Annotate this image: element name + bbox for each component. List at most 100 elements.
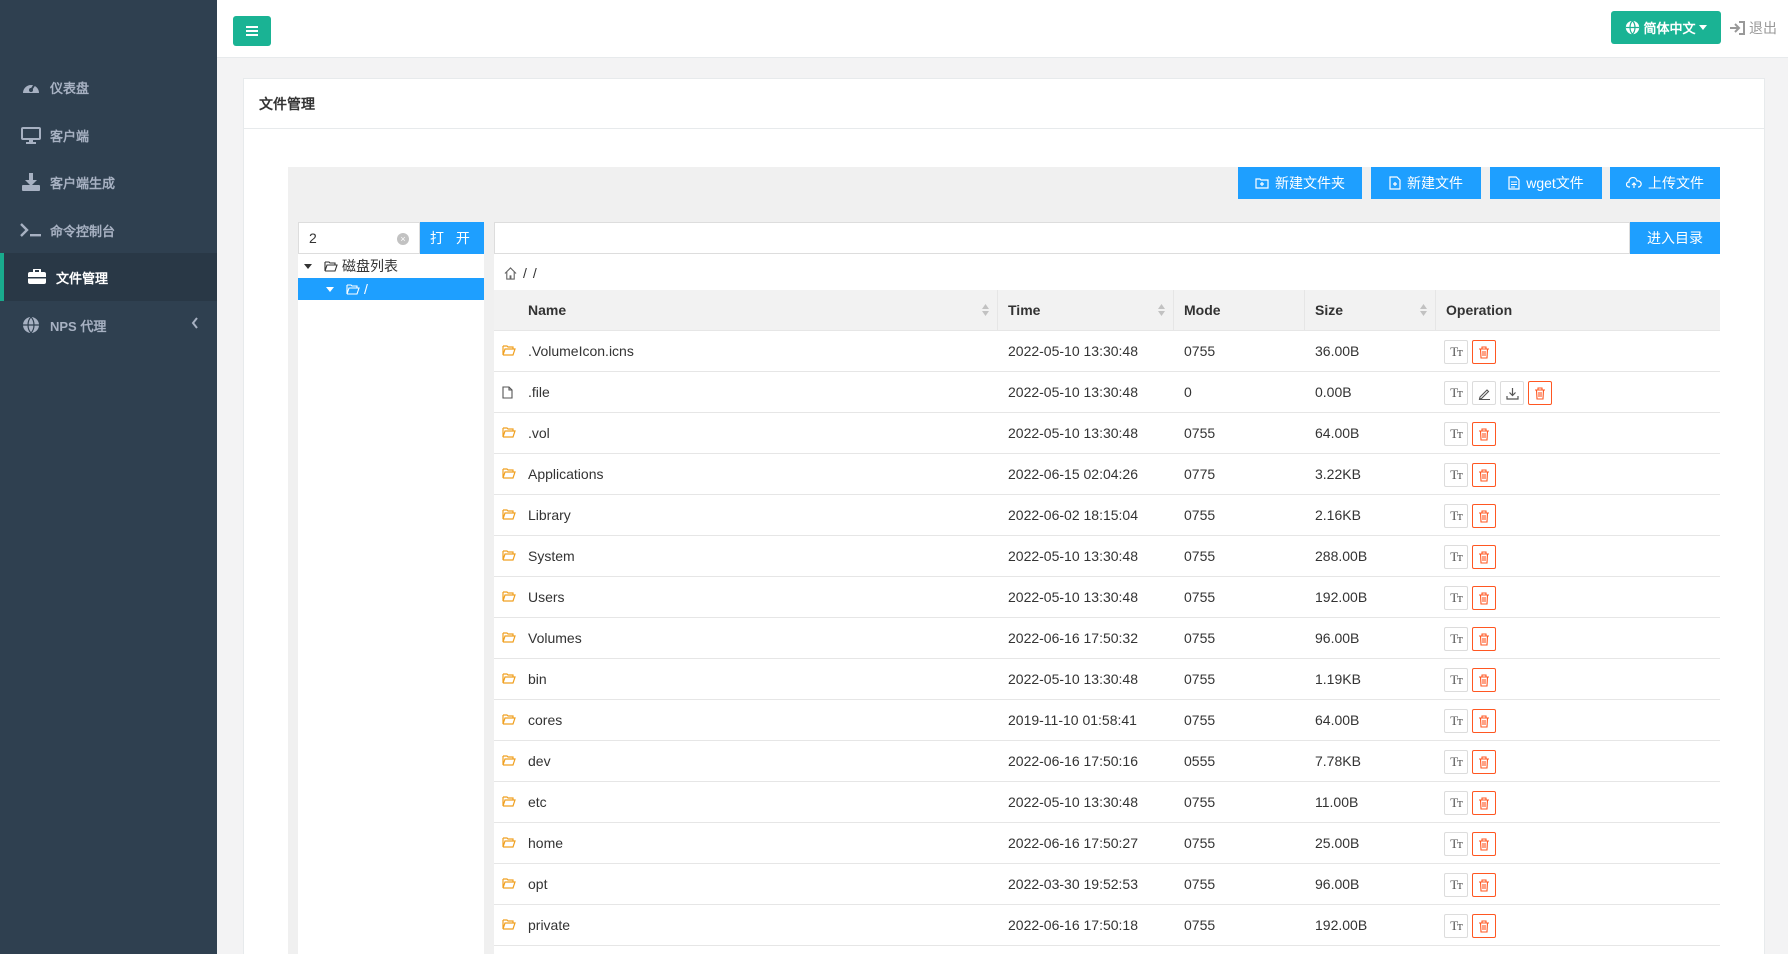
delete-button[interactable]	[1472, 627, 1496, 651]
file-name[interactable]: Volumes	[518, 618, 582, 659]
sidebar-item-client-generate[interactable]: 客户端生成	[0, 158, 217, 206]
file-name[interactable]: .VolumeIcon.icns	[518, 331, 634, 372]
delete-button[interactable]	[1472, 873, 1496, 897]
file-name[interactable]: .vol	[518, 413, 550, 454]
table-row[interactable]: home 2022-06-16 17:50:27 0755 25.00B Tт	[494, 823, 1720, 864]
table-row[interactable]: .vol 2022-05-10 13:30:48 0755 64.00B Tт	[494, 413, 1720, 454]
table-row[interactable]: .VolumeIcon.icns 2022-05-10 13:30:48 0755 3…	[494, 331, 1720, 372]
table-row[interactable]: cores 2019-11-10 01:58:41 0755 64.00B Tт	[494, 700, 1720, 741]
rename-button[interactable]: Tт	[1444, 545, 1468, 569]
folder-icon[interactable]	[502, 837, 516, 848]
sidebar-item-clients[interactable]: 客户端	[0, 111, 217, 159]
sort-icon[interactable]	[1420, 304, 1427, 316]
rename-button[interactable]: Tт	[1444, 340, 1468, 364]
breadcrumb-item[interactable]: /	[533, 265, 537, 281]
delete-button[interactable]	[1472, 709, 1496, 733]
table-row[interactable]: dev 2022-06-16 17:50:16 0555 7.78KB Tт	[494, 741, 1720, 782]
rename-button[interactable]: Tт	[1444, 463, 1468, 487]
rename-button[interactable]: Tт	[1444, 627, 1468, 651]
rename-button[interactable]: Tт	[1444, 709, 1468, 733]
rename-button[interactable]: Tт	[1444, 381, 1468, 405]
file-name[interactable]: Applications	[518, 454, 604, 495]
table-row[interactable]: etc 2022-05-10 13:30:48 0755 11.00B Tт	[494, 782, 1720, 823]
download-button[interactable]	[1500, 381, 1524, 405]
file-name[interactable]: cores	[518, 700, 562, 741]
table-row[interactable]: Library 2022-06-02 18:15:04 0755 2.16KB Tт	[494, 495, 1720, 536]
table-row[interactable]: opt 2022-03-30 19:52:53 0755 96.00B Tт	[494, 864, 1720, 905]
rename-button[interactable]: Tт	[1444, 832, 1468, 856]
delete-button[interactable]	[1472, 340, 1496, 364]
new-folder-button[interactable]: 新建文件夹	[1238, 167, 1362, 199]
delete-button[interactable]	[1472, 586, 1496, 610]
clear-input-icon[interactable]: ×	[397, 233, 409, 245]
home-icon[interactable]	[504, 266, 517, 280]
sidebar-item-nps-proxy[interactable]: NPS 代理	[0, 301, 217, 349]
folder-icon[interactable]	[502, 550, 516, 561]
sidebar-item-console[interactable]: 命令控制台	[0, 206, 217, 254]
file-name[interactable]: etc	[518, 782, 547, 823]
rename-button[interactable]: Tт	[1444, 504, 1468, 528]
delete-button[interactable]	[1472, 463, 1496, 487]
folder-icon[interactable]	[502, 468, 516, 479]
sort-icon[interactable]	[982, 304, 989, 316]
folder-icon[interactable]	[502, 345, 516, 356]
rename-button[interactable]: Tт	[1444, 668, 1468, 692]
table-row[interactable]: bin 2022-05-10 13:30:48 0755 1.19KB Tт	[494, 659, 1720, 700]
rename-button[interactable]: Tт	[1444, 914, 1468, 938]
file-name[interactable]: System	[518, 536, 575, 577]
table-row[interactable]: Applications 2022-06-15 02:04:26 0775 3.22K…	[494, 454, 1720, 495]
folder-icon[interactable]	[502, 509, 516, 520]
delete-button[interactable]	[1472, 668, 1496, 692]
table-row[interactable]: Volumes 2022-06-16 17:50:32 0755 96.00B Tт	[494, 618, 1720, 659]
open-button[interactable]: 打 开	[420, 222, 484, 254]
table-row[interactable]: Users 2022-05-10 13:30:48 0755 192.00B Tт	[494, 577, 1720, 618]
delete-button[interactable]	[1472, 750, 1496, 774]
column-header-time[interactable]: Time	[998, 290, 1174, 331]
table-row[interactable]: System 2022-05-10 13:30:48 0755 288.00B Tт	[494, 536, 1720, 577]
menu-toggle-button[interactable]	[233, 16, 271, 46]
file-name[interactable]: home	[518, 823, 563, 864]
table-row[interactable]: .file 2022-05-10 13:30:48 0 0.00B Tт	[494, 372, 1720, 413]
tree-node-disk-list[interactable]: 磁盘列表	[298, 254, 484, 278]
file-icon[interactable]	[502, 386, 513, 399]
directory-path-input[interactable]	[494, 222, 1630, 254]
delete-button[interactable]	[1472, 914, 1496, 938]
folder-icon[interactable]	[502, 673, 516, 684]
file-name[interactable]: dev	[518, 741, 551, 782]
sidebar-item-dashboard[interactable]: 仪表盘	[0, 63, 217, 111]
file-name[interactable]: opt	[518, 864, 547, 905]
file-name[interactable]: private	[518, 905, 570, 946]
delete-button[interactable]	[1472, 545, 1496, 569]
sidebar-item-file-manager[interactable]: 文件管理	[0, 253, 217, 301]
edit-button[interactable]	[1472, 381, 1496, 405]
delete-button[interactable]	[1472, 832, 1496, 856]
delete-button[interactable]	[1472, 422, 1496, 446]
delete-button[interactable]	[1472, 504, 1496, 528]
enter-directory-button[interactable]: 进入目录	[1630, 222, 1720, 254]
rename-button[interactable]: Tт	[1444, 750, 1468, 774]
upload-file-button[interactable]: 上传文件	[1610, 167, 1720, 199]
table-row[interactable]: private 2022-06-16 17:50:18 0755 192.00B Tт	[494, 905, 1720, 946]
column-header-size[interactable]: Size	[1305, 290, 1436, 331]
rename-button[interactable]: Tт	[1444, 791, 1468, 815]
rename-button[interactable]: Tт	[1444, 586, 1468, 610]
folder-icon[interactable]	[502, 714, 516, 725]
folder-icon[interactable]	[502, 919, 516, 930]
file-name[interactable]: .file	[518, 372, 550, 413]
delete-button[interactable]	[1528, 381, 1552, 405]
language-dropdown-button[interactable]: 简体中文	[1611, 11, 1721, 44]
tree-node-root[interactable]: /	[298, 278, 484, 300]
file-name[interactable]: bin	[518, 659, 547, 700]
column-header-name[interactable]: Name	[518, 290, 998, 331]
logout-link[interactable]: 退出	[1729, 18, 1777, 38]
folder-icon[interactable]	[502, 427, 516, 438]
folder-icon[interactable]	[502, 591, 516, 602]
folder-icon[interactable]	[502, 878, 516, 889]
file-name[interactable]: Library	[518, 495, 571, 536]
folder-icon[interactable]	[502, 755, 516, 766]
sort-icon[interactable]	[1158, 304, 1165, 316]
folder-icon[interactable]	[502, 796, 516, 807]
rename-button[interactable]: Tт	[1444, 873, 1468, 897]
file-name[interactable]: Users	[518, 577, 565, 618]
rename-button[interactable]: Tт	[1444, 422, 1468, 446]
